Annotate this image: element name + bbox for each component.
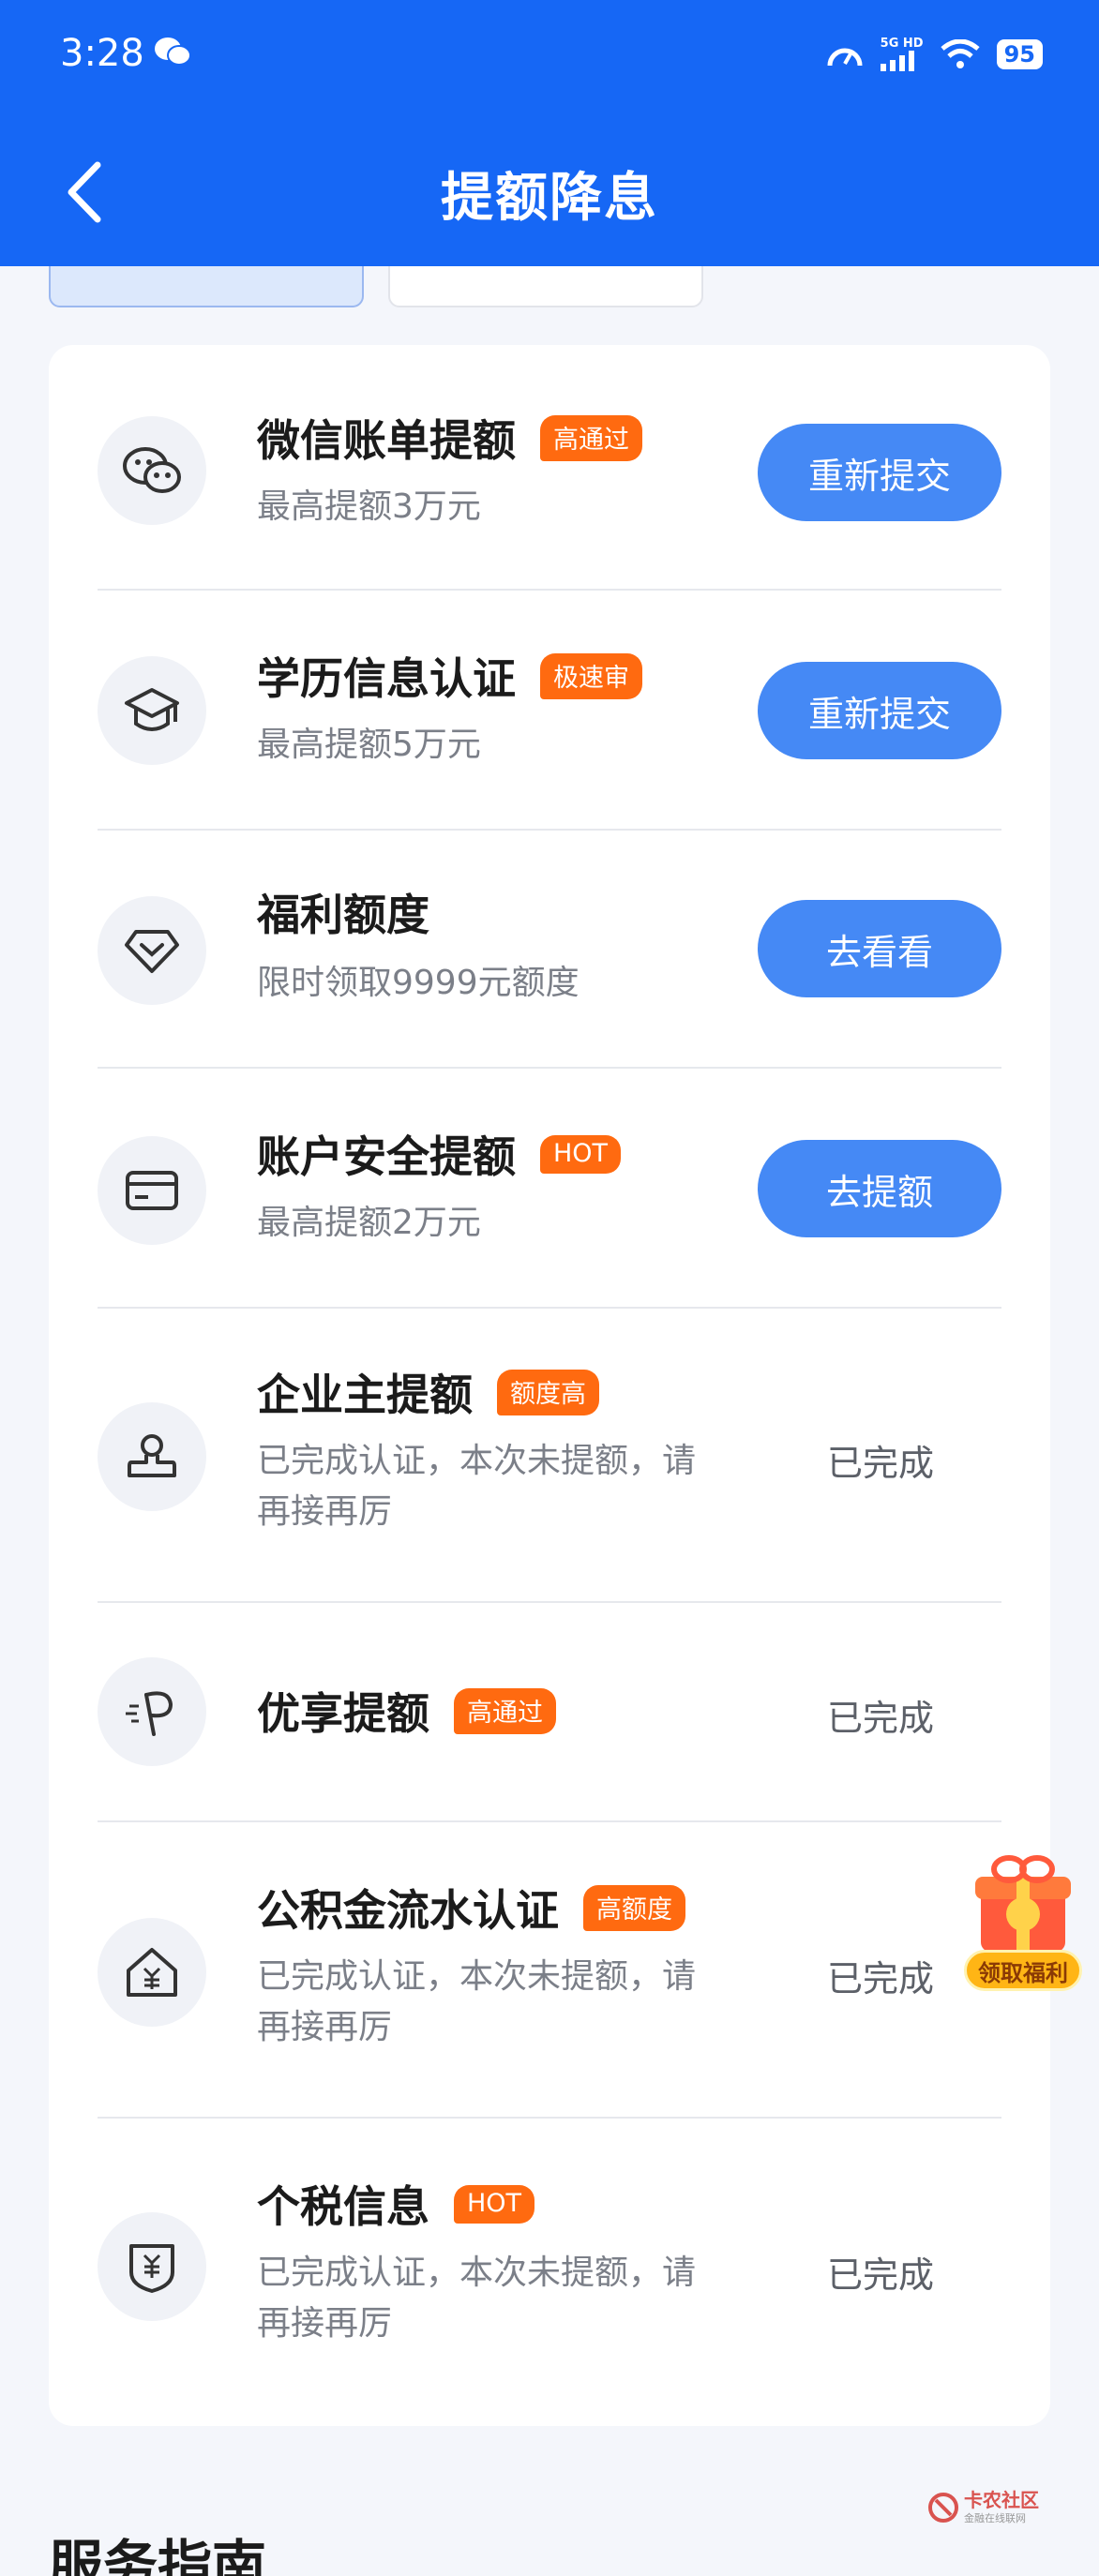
completed-status: 已完成 bbox=[826, 1698, 934, 1739]
watermark-name: 卡农社区 bbox=[964, 2489, 1039, 2511]
wechat-icon bbox=[98, 416, 206, 525]
row-title-line: 个税信息 HOT bbox=[257, 2173, 535, 2235]
row-subtitle: 已完成认证，本次未提额，请 再接再厉 bbox=[257, 1952, 696, 2053]
completed-status: 已完成 bbox=[826, 2254, 934, 2296]
row-title-line: 账户安全提额 HOT bbox=[257, 1123, 622, 1185]
row-subtitle: 最高提额3万元 bbox=[257, 487, 481, 526]
watermark-text-block: 卡农社区 金融在线联网 bbox=[964, 2490, 1039, 2525]
status-indicators: 5G HD 95 bbox=[826, 36, 1043, 73]
row-tag: 额度高 bbox=[497, 1369, 599, 1415]
completed-status: 已完成 bbox=[826, 1958, 934, 1999]
row-subtitle: 已完成认证，本次未提额，请 再接再厉 bbox=[257, 2248, 696, 2349]
card-icon bbox=[98, 1136, 206, 1245]
speedometer-icon bbox=[827, 48, 863, 67]
row-title: 个税信息 bbox=[257, 2181, 429, 2232]
signal-bars-icon bbox=[880, 51, 914, 71]
resubmit-button[interactable]: 重新提交 bbox=[758, 424, 1001, 521]
list-item-premium: 优享提额 高通过 已完成 bbox=[98, 1603, 1001, 1822]
view-button[interactable]: 去看看 bbox=[758, 900, 1001, 997]
row-tag: 高通过 bbox=[540, 414, 642, 461]
row-subtitle: 已完成认证，本次未提额，请 再接再厉 bbox=[257, 1436, 696, 1537]
graduation-cap-icon bbox=[98, 656, 206, 765]
row-subtitle: 最高提额5万元 bbox=[257, 726, 481, 764]
battery-level: 95 bbox=[996, 39, 1043, 69]
list-item-business-owner: 企业主提额 额度高 已完成认证，本次未提额，请 再接再厉 已完成 bbox=[98, 1309, 1001, 1603]
row-title: 福利额度 bbox=[257, 890, 429, 940]
status-time: 3:28 bbox=[60, 32, 144, 75]
wifi-icon bbox=[940, 39, 980, 68]
speed-p-icon bbox=[98, 1657, 206, 1766]
row-subtitle-line: 已完成认证，本次未提额，请 bbox=[257, 2254, 697, 2292]
row-subtitle-line: 再接再厉 bbox=[257, 2008, 393, 2046]
network-type: 5G HD bbox=[880, 37, 924, 51]
list-item-tax: 个税信息 HOT 已完成认证，本次未提额，请 再接再厉 已完成 bbox=[98, 2119, 1001, 2426]
row-title: 优享提额 bbox=[257, 1688, 429, 1739]
row-title-line: 公积金流水认证 高额度 bbox=[257, 1877, 685, 1939]
row-title: 公积金流水认证 bbox=[257, 1885, 559, 1936]
row-title-line: 微信账单提额 高通过 bbox=[257, 407, 642, 469]
task-list-card: 微信账单提额 高通过 最高提额3万元 重新提交 学历信息认证 极速审 最高提额5… bbox=[49, 345, 1050, 2426]
row-tag: HOT bbox=[540, 1134, 622, 1174]
header-bar: 3:28 5G HD 95 提额降息 bbox=[0, 0, 1099, 266]
row-tag: 极速审 bbox=[540, 652, 642, 699]
row-tag: HOT bbox=[454, 2184, 535, 2224]
watermark-logo-icon bbox=[928, 2493, 958, 2523]
chat-notification-icon bbox=[155, 37, 191, 66]
list-item-account-security: 账户安全提额 HOT 最高提额2万元 去提额 bbox=[98, 1069, 1001, 1309]
row-subtitle-line: 再接再厉 bbox=[257, 2304, 393, 2343]
completed-status: 已完成 bbox=[826, 1443, 934, 1484]
stamp-icon bbox=[98, 1402, 206, 1511]
row-title-line: 优享提额 高通过 bbox=[257, 1680, 556, 1742]
row-title-line: 企业主提额 额度高 bbox=[257, 1361, 599, 1423]
page-title: 提额降息 bbox=[441, 168, 658, 229]
row-subtitle: 限时领取9999元额度 bbox=[257, 964, 580, 1002]
shield-yuan-icon bbox=[98, 2212, 206, 2321]
watermark: 卡农社区 金融在线联网 bbox=[928, 2490, 1039, 2525]
row-tag: 高额度 bbox=[583, 1884, 685, 1931]
row-title: 学历信息认证 bbox=[257, 653, 516, 704]
row-title-line: 福利额度 bbox=[257, 881, 429, 943]
row-subtitle-line: 已完成认证，本次未提额，请 bbox=[257, 1957, 697, 1996]
row-subtitle-line: 再接再厉 bbox=[257, 1492, 393, 1531]
row-title: 企业主提额 bbox=[257, 1370, 473, 1420]
raise-limit-button[interactable]: 去提额 bbox=[758, 1140, 1001, 1237]
section-title: 服务指南 bbox=[49, 2534, 267, 2576]
row-subtitle-line: 已完成认证，本次未提额，请 bbox=[257, 1442, 697, 1480]
list-item-education: 学历信息认证 极速审 最高提额5万元 重新提交 bbox=[98, 591, 1001, 831]
row-title: 账户安全提额 bbox=[257, 1131, 516, 1182]
gift-box-icon bbox=[975, 1855, 1071, 1952]
floating-welfare-label: 领取福利 bbox=[964, 1950, 1082, 1991]
row-subtitle: 最高提额2万元 bbox=[257, 1204, 481, 1242]
house-yuan-icon bbox=[98, 1918, 206, 2027]
diamond-icon bbox=[98, 896, 206, 1005]
row-title-line: 学历信息认证 极速审 bbox=[257, 645, 642, 707]
list-item-wechat: 微信账单提额 高通过 最高提额3万元 重新提交 bbox=[98, 345, 1001, 591]
list-item-welfare: 福利额度 限时领取9999元额度 去看看 bbox=[98, 831, 1001, 1069]
row-title: 微信账单提额 bbox=[257, 415, 516, 466]
signal-indicator: 5G HD bbox=[880, 37, 924, 71]
list-item-housing-fund: 公积金流水认证 高额度 已完成认证，本次未提额，请 再接再厉 已完成 bbox=[98, 1822, 1001, 2119]
resubmit-button[interactable]: 重新提交 bbox=[758, 662, 1001, 759]
watermark-slogan: 金融在线联网 bbox=[964, 2512, 1026, 2524]
floating-welfare-button[interactable]: 领取福利 bbox=[956, 1849, 1090, 1999]
row-tag: 高通过 bbox=[454, 1687, 556, 1734]
